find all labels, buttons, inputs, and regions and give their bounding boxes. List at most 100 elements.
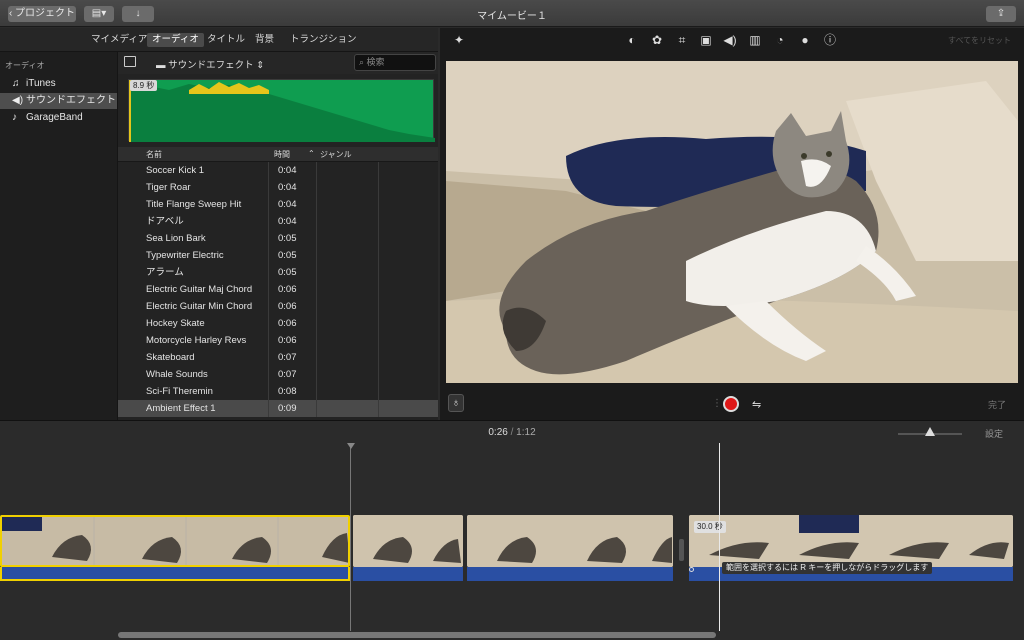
magic-wand-icon[interactable]: ✦	[452, 33, 466, 47]
sidebar-item-sound-effects[interactable]: ◀) サウンドエフェクト	[0, 93, 117, 109]
music-note-icon: ♫	[12, 78, 20, 89]
cat-on-sofa-image	[446, 61, 1018, 383]
column-divider	[316, 162, 317, 417]
column-genre[interactable]: ジャンル	[320, 149, 352, 160]
sliders-icon[interactable]: ⇋	[752, 398, 761, 411]
title-bar: ‹ プロジェクト ▤▾ ↓ マイムービー１ ⇪	[0, 0, 1024, 27]
list-item[interactable]: Electric Guitar Min Chord 0:06	[118, 298, 438, 315]
clip-trim-handle[interactable]	[679, 539, 684, 561]
skimmer-marker-icon	[347, 443, 355, 449]
list-item[interactable]: Electric Guitar Maj Chord 0:06	[118, 281, 438, 298]
clip-thumbnails	[689, 515, 1013, 567]
speedometer-icon[interactable]: ◔	[773, 33, 787, 47]
tab-audio[interactable]: オーディオ	[147, 33, 204, 47]
folder-icon: ▬	[156, 60, 169, 71]
tab-transitions[interactable]: トランジション	[285, 33, 362, 47]
column-divider	[378, 162, 379, 417]
share-icon: ⇪	[996, 8, 1006, 19]
list-item[interactable]: ドアベル 0:04	[118, 213, 438, 230]
audio-track[interactable]	[467, 567, 673, 581]
audio-track-selected[interactable]	[0, 567, 350, 581]
settings-button[interactable]: 設定	[985, 427, 1003, 440]
audio-keyframe-icon	[689, 567, 694, 572]
sidebar-item-itunes[interactable]: ♫ iTunes	[0, 76, 117, 92]
media-browser: マイメディア オーディオ タイトル 背景 トランジション オーディオ ♫ iTun…	[0, 28, 438, 420]
list-item[interactable]: Sea Lion Bark 0:05	[118, 230, 438, 247]
clip-filter-icon[interactable]: ●	[798, 33, 812, 47]
zoom-slider-thumb[interactable]	[925, 427, 935, 436]
list-item[interactable]: Title Flange Sweep Hit 0:04	[118, 196, 438, 213]
list-item[interactable]: Hockey Skate 0:06	[118, 315, 438, 332]
audio-waveform-preview[interactable]	[128, 79, 435, 142]
drag-hint-tooltip: 範囲を選択するには R キーを押しながらドラッグします	[722, 562, 933, 574]
viewer: ✦ ◐ ✿ ⌗ ▣ ◀) ▥ ◔ ● ⓘ すべてをリセット ♁ ⋮ ⇋ 完了	[440, 28, 1024, 420]
reset-all-button[interactable]: すべてをリセット	[948, 35, 1011, 46]
column-time[interactable]: 時間	[274, 149, 290, 160]
list-item[interactable]: アラーム 0:05	[118, 264, 438, 281]
current-time: 0:26	[488, 427, 508, 438]
sort-ascending-icon: ⌃	[308, 149, 315, 158]
list-item[interactable]: Whale Sounds 0:07	[118, 366, 438, 383]
timeline-scrollbar[interactable]	[118, 632, 716, 638]
speaker-icon: ◀)	[12, 95, 24, 106]
list-item-selected[interactable]: Ambient Effect 1 0:09	[118, 400, 438, 417]
audio-track[interactable]	[353, 567, 463, 581]
search-icon: ⌕	[359, 57, 367, 67]
list-item[interactable]: Soccer Kick 1 0:04	[118, 162, 438, 179]
column-divider	[268, 162, 269, 417]
video-clip-selected[interactable]	[0, 515, 350, 567]
video-clip[interactable]	[353, 515, 463, 567]
sound-library: ▬ サウンドエフェクト ⇕ ⌕ 検索 8.9 秒 名前 時間 ⌃ ジャンル So…	[118, 52, 438, 420]
info-icon[interactable]: ⓘ	[823, 33, 837, 47]
sidebar-heading: オーディオ	[5, 61, 45, 70]
audio-sidebar: オーディオ ♫ iTunes ◀) サウンドエフェクト ♪ GarageBand	[0, 52, 118, 420]
crop-icon[interactable]: ⌗	[675, 33, 689, 47]
equalizer-icon[interactable]: ▥	[748, 33, 762, 47]
preview-duration-label: 8.9 秒	[130, 80, 158, 91]
tab-titles[interactable]: タイトル	[202, 33, 250, 47]
sidebar-item-garageband[interactable]: ♪ GarageBand	[0, 110, 117, 126]
list-item[interactable]: Tiger Roar 0:04	[118, 179, 438, 196]
timeline: 0:26 / 1:12 設定 30.0 秒 範囲を選択するには R キーを押しな…	[0, 420, 1024, 640]
volume-icon[interactable]: ◀)	[723, 33, 737, 47]
guitar-icon: ♪	[12, 112, 17, 123]
clip-thumbnails	[353, 515, 463, 567]
stabilization-icon[interactable]: ▣	[699, 33, 713, 47]
done-button[interactable]: 完了	[988, 398, 1006, 411]
time-separator: /	[510, 427, 514, 438]
playhead[interactable]	[719, 443, 720, 631]
folder-selector[interactable]: ▬ サウンドエフェクト ⇕	[156, 57, 264, 71]
list-item[interactable]: Skateboard 0:07	[118, 349, 438, 366]
column-name[interactable]: 名前	[146, 149, 162, 160]
clip-duration-label: 30.0 秒	[694, 521, 726, 533]
adjustment-toolbar: ✦ ◐ ✿ ⌗ ▣ ◀) ▥ ◔ ● ⓘ すべてをリセット	[440, 28, 1024, 52]
video-preview	[446, 61, 1018, 383]
color-palette-icon[interactable]: ✿	[650, 33, 664, 47]
table-header: 名前 時間 ⌃ ジャンル	[118, 147, 438, 162]
video-clip[interactable]	[467, 515, 673, 567]
share-button[interactable]: ⇪	[986, 6, 1016, 22]
library-toolbar: ▬ サウンドエフェクト ⇕ ⌕ 検索	[118, 52, 438, 74]
timecode: 0:26 / 1:12	[0, 427, 1024, 438]
browser-tabs: マイメディア オーディオ タイトル 背景 トランジション	[0, 28, 438, 52]
record-button[interactable]	[723, 396, 739, 412]
skimmer-line	[350, 443, 351, 631]
clip-thumbnails	[467, 515, 673, 567]
color-balance-icon[interactable]: ◐	[625, 33, 639, 47]
total-time: 1:12	[516, 427, 536, 438]
window-title: マイムービー１	[477, 11, 547, 22]
tab-my-media[interactable]: マイメディア	[86, 33, 152, 47]
list-item[interactable]: Motorcycle Harley Revs 0:06	[118, 332, 438, 349]
sound-list: Soccer Kick 1 0:04 Tiger Roar 0:04 Title F…	[118, 162, 438, 417]
clip-thumbnails	[2, 517, 348, 565]
waveform-graphic	[129, 80, 435, 142]
list-item[interactable]: Sci-Fi Theremin 0:08	[118, 383, 438, 400]
sidebar-toggle-icon[interactable]	[124, 56, 136, 67]
search-input[interactable]: ⌕ 検索	[354, 54, 436, 71]
updown-chevron-icon: ⇕	[253, 60, 265, 71]
video-clip[interactable]	[689, 515, 1013, 567]
microphone-icon[interactable]: ♁	[448, 394, 464, 412]
tab-backgrounds[interactable]: 背景	[250, 33, 279, 47]
list-item[interactable]: Typewriter Electric 0:05	[118, 247, 438, 264]
drag-handle-icon: ⋮	[712, 398, 722, 409]
